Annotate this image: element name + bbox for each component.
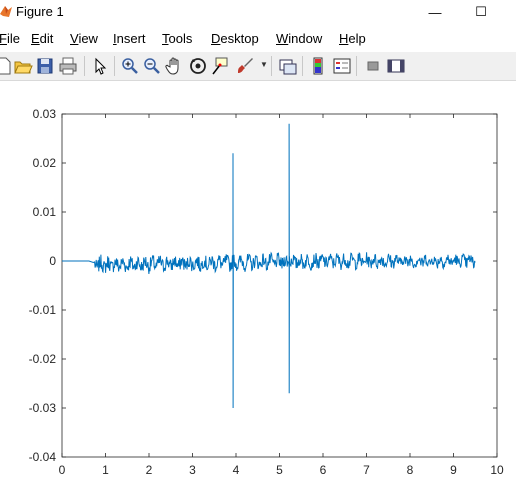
menu-file-label: ile bbox=[6, 31, 20, 46]
zoom-in-icon[interactable] bbox=[120, 56, 140, 76]
menu-file-accel: F bbox=[0, 31, 7, 46]
maximize-button[interactable]: ☐ bbox=[458, 0, 504, 24]
matlab-logo-icon bbox=[0, 6, 12, 17]
menu-desktop-accel: D bbox=[211, 31, 221, 46]
menu-desktop-label: esktop bbox=[220, 31, 259, 46]
link-plot-icon[interactable] bbox=[278, 56, 298, 76]
show-plot-tools-icon[interactable] bbox=[386, 56, 406, 76]
toolbar-separator bbox=[114, 56, 115, 76]
x-tick-label: 9 bbox=[450, 463, 457, 477]
open-file-icon[interactable] bbox=[13, 56, 33, 76]
zoom-out-icon[interactable] bbox=[142, 56, 162, 76]
x-tick-label: 7 bbox=[363, 463, 370, 477]
save-icon[interactable] bbox=[35, 56, 55, 76]
x-tick-label: 0 bbox=[59, 463, 66, 477]
menu-window-label: indow bbox=[288, 31, 323, 46]
x-tick-label: 1 bbox=[102, 463, 109, 477]
brush-icon[interactable] bbox=[235, 56, 255, 76]
y-tick-label: -0.02 bbox=[29, 352, 57, 366]
menu-edit[interactable]: Edit bbox=[31, 31, 53, 46]
window-title: Figure 1 bbox=[16, 4, 64, 19]
menu-window-accel: W bbox=[276, 31, 289, 46]
brush-dropdown-icon[interactable]: ▼ bbox=[260, 60, 268, 69]
menu-help[interactable]: Help bbox=[339, 31, 366, 46]
new-figure-icon[interactable] bbox=[0, 56, 14, 76]
toolbar-separator bbox=[84, 56, 85, 76]
menu-view[interactable]: View bbox=[70, 31, 98, 46]
axes: 0 1 2 3 4 5 6 7 8 9 10 0.03 0.02 0.01 0 -0.01 -0.02 -0.03… bbox=[29, 107, 504, 477]
menu-tools-label: ools bbox=[168, 31, 193, 46]
x-tick-label: 2 bbox=[146, 463, 153, 477]
line-chart[interactable]: 0 1 2 3 4 5 6 7 8 9 10 0.03 0.02 0.01 0 -0.01 -0.02 -0.03… bbox=[0, 81, 516, 485]
x-tick-label: 8 bbox=[407, 463, 414, 477]
maximize-icon: ☐ bbox=[475, 4, 487, 19]
pan-hand-icon[interactable] bbox=[165, 56, 185, 76]
x-tick-label: 4 bbox=[233, 463, 240, 477]
y-tick-label: -0.01 bbox=[29, 303, 57, 317]
menu-edit-accel: E bbox=[31, 31, 40, 46]
toolbar-separator bbox=[271, 56, 272, 76]
x-tick-label: 6 bbox=[320, 463, 327, 477]
y-tick-label: 0.01 bbox=[33, 205, 57, 219]
menu-desktop[interactable]: Desktop bbox=[211, 31, 259, 46]
y-tick-label: -0.04 bbox=[29, 450, 57, 464]
minimize-button[interactable]: — bbox=[412, 0, 458, 24]
x-tick-label: 10 bbox=[490, 463, 504, 477]
menu-window[interactable]: Window bbox=[276, 31, 322, 46]
menu-file[interactable]: File bbox=[0, 31, 20, 46]
menu-help-accel: H bbox=[339, 31, 349, 46]
axes-box bbox=[61, 113, 498, 458]
y-tick-label: 0 bbox=[49, 254, 56, 268]
y-tick-label: 0.03 bbox=[33, 107, 57, 121]
y-tick-label: -0.03 bbox=[29, 401, 57, 415]
data-cursor-icon[interactable] bbox=[210, 56, 230, 76]
toolbar-separator bbox=[302, 56, 303, 76]
menu-insert[interactable]: Insert bbox=[113, 31, 146, 46]
figure-canvas: 0 1 2 3 4 5 6 7 8 9 10 0.03 0.02 0.01 0 -0.01 -0.02 -0.03… bbox=[0, 81, 516, 485]
menu-insert-label: nsert bbox=[116, 31, 146, 46]
print-icon[interactable] bbox=[58, 56, 78, 76]
rotate-3d-icon[interactable] bbox=[188, 56, 208, 76]
edit-plot-arrow-icon[interactable] bbox=[90, 56, 110, 76]
toolbar-separator bbox=[356, 56, 357, 76]
x-tick-label: 3 bbox=[189, 463, 196, 477]
menu-tools[interactable]: Tools bbox=[162, 31, 192, 46]
minimize-icon: — bbox=[428, 4, 442, 20]
insert-colorbar-icon[interactable] bbox=[308, 56, 328, 76]
hide-plot-tools-icon[interactable] bbox=[363, 56, 383, 76]
menu-bar: File Edit View Insert Tools Desktop Wind… bbox=[0, 28, 516, 50]
x-tick-label: 5 bbox=[276, 463, 283, 477]
toolbar: ▼ bbox=[0, 52, 516, 81]
y-tick-label: 0.02 bbox=[33, 156, 57, 170]
insert-legend-icon[interactable] bbox=[332, 56, 352, 76]
menu-help-label: elp bbox=[348, 31, 366, 46]
menu-edit-label: dit bbox=[39, 31, 54, 46]
menu-view-label: iew bbox=[78, 31, 98, 46]
title-bar: Figure 1 — ☐ bbox=[0, 0, 516, 24]
